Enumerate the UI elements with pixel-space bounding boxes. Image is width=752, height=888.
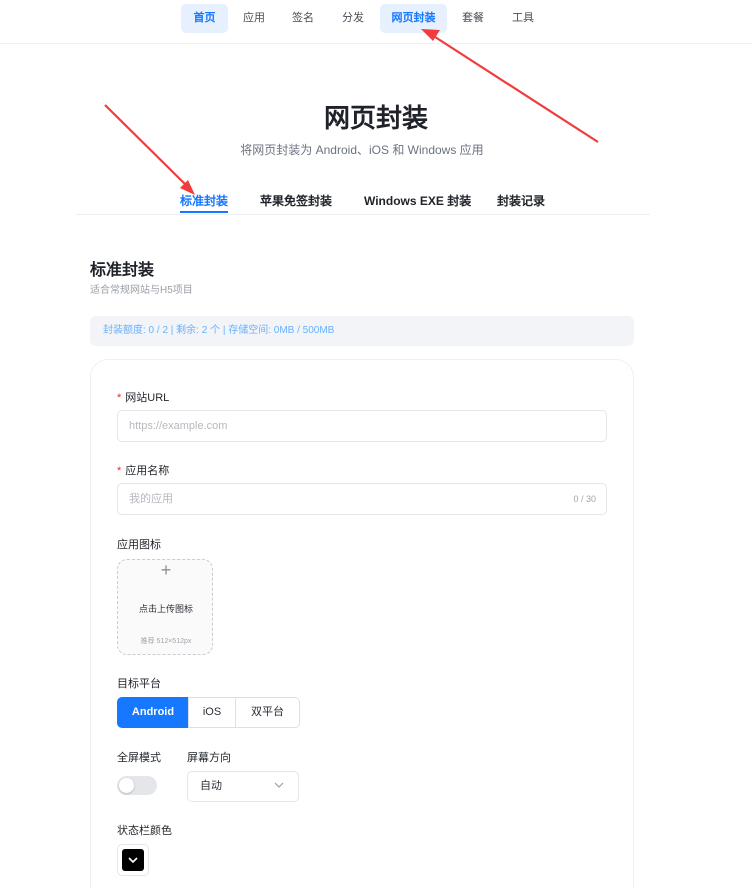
plus-icon: + xyxy=(160,560,172,580)
nav-item-apps[interactable]: 应用 xyxy=(232,4,276,33)
nav-item-web-package[interactable]: 网页封装 xyxy=(380,4,447,33)
platform-label: 目标平台 xyxy=(117,678,161,690)
url-input[interactable]: https://example.com xyxy=(117,410,607,442)
app-icon-label: 应用图标 xyxy=(117,539,161,551)
tab-windows-exe[interactable]: Windows EXE 封装 xyxy=(364,192,471,209)
tab-ios-nosign[interactable]: 苹果免签封装 xyxy=(260,192,332,209)
fullscreen-toggle[interactable] xyxy=(117,776,157,795)
nav-item-plans[interactable]: 套餐 xyxy=(451,4,495,33)
statusbar-color-picker[interactable] xyxy=(117,844,149,876)
chevron-down-icon xyxy=(274,782,284,788)
chevron-down-icon xyxy=(128,857,138,864)
quota-banner: 封装额度: 0 / 2 | 剩余: 2 个 | 存储空间: 0MB / 500M… xyxy=(90,316,634,346)
url-label: * 网站URL xyxy=(117,389,169,405)
app-name-placeholder: 我的应用 xyxy=(129,493,173,505)
statusbar-color-label: 状态栏颜色 xyxy=(117,825,172,837)
nav-item-sign[interactable]: 签名 xyxy=(281,4,325,33)
nav-item-distribute[interactable]: 分发 xyxy=(331,4,375,33)
upload-hint: 推荐 512×512px xyxy=(140,638,192,645)
orientation-label: 屏幕方向 xyxy=(187,752,231,764)
tab-standard[interactable]: 标准封装 xyxy=(180,192,228,209)
platform-android[interactable]: Android xyxy=(117,697,189,728)
required-mark: * xyxy=(117,392,122,404)
active-tab-indicator xyxy=(180,211,228,213)
app-name-label-text: 应用名称 xyxy=(125,465,170,477)
orientation-select[interactable]: 自动 xyxy=(187,771,299,802)
icon-upload[interactable]: + 点击上传图标 推荐 512×512px xyxy=(117,559,213,655)
toggle-knob xyxy=(119,778,134,793)
url-label-text: 网站URL xyxy=(125,392,170,404)
url-placeholder: https://example.com xyxy=(129,420,228,432)
nav-item-tools[interactable]: 工具 xyxy=(501,4,545,33)
app-name-input[interactable]: 我的应用 0 / 30 xyxy=(117,483,607,515)
upload-text: 点击上传图标 xyxy=(138,604,193,614)
fullscreen-label: 全屏模式 xyxy=(117,752,161,764)
app-name-label: * 应用名称 xyxy=(117,462,169,478)
nav-item-home[interactable]: 首页 xyxy=(181,4,228,33)
page-title: 网页封装 xyxy=(323,103,428,133)
char-counter: 0 / 30 xyxy=(573,494,596,504)
orientation-value: 自动 xyxy=(200,780,222,792)
section-desc: 适合常规网站与H5项目 xyxy=(90,285,193,296)
tabs-divider xyxy=(76,214,650,215)
platform-both[interactable]: 双平台 xyxy=(235,697,300,728)
page-subtitle: 将网页封装为 Android、iOS 和 Windows 应用 xyxy=(240,143,484,157)
section-title: 标准封装 xyxy=(90,262,155,279)
color-swatch-fill xyxy=(122,849,144,871)
tab-records[interactable]: 封装记录 xyxy=(497,192,545,209)
top-nav: 首页 应用 签名 分发 网页封装 套餐 工具 xyxy=(0,0,752,44)
required-mark: * xyxy=(117,465,122,477)
platform-ios[interactable]: iOS xyxy=(188,697,236,728)
